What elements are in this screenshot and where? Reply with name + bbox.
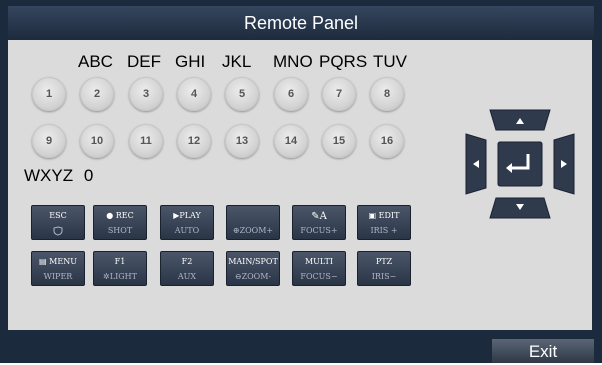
zoom-minus-text: ZOOM- — [241, 272, 272, 281]
key-5[interactable]: 5 — [225, 77, 259, 111]
key-16[interactable]: 16 — [370, 124, 404, 158]
key-4[interactable]: 4 — [177, 77, 211, 111]
play-label: ▶PLAY — [173, 211, 201, 220]
letters-jkl: JKL — [222, 52, 252, 71]
key-13[interactable]: 13 — [225, 124, 259, 158]
multi-label: MULTI — [304, 257, 334, 266]
auto-label: AUTO — [174, 226, 200, 235]
focus-plus-label: FOCUS+ — [300, 226, 338, 235]
f1-label: F1 — [114, 257, 126, 266]
key-1[interactable]: 1 — [32, 77, 66, 111]
letters-ghi: GHI — [175, 52, 206, 71]
edit-label: ▣ EDIT — [358, 211, 410, 220]
main-spot-button[interactable]: MAIN/SPOT ⊖ZOOM- — [226, 251, 280, 286]
zoom-out-icon: ⊖ — [234, 272, 242, 281]
esc-label: ESC — [49, 211, 67, 220]
direction-pad-graphic — [465, 109, 575, 219]
shield-icon — [32, 226, 84, 238]
main-spot-label: MAIN/SPOT — [228, 257, 278, 266]
letters-zero: 0 — [83, 166, 94, 185]
f1-button[interactable]: F1 ✲LIGHT — [93, 251, 147, 286]
exit-button[interactable]: Exit — [492, 339, 594, 363]
shot-label: SHOT — [107, 226, 133, 235]
f2-label: F2 — [181, 257, 193, 266]
key-14[interactable]: 14 — [274, 124, 308, 158]
aux-label: AUX — [177, 272, 197, 281]
menu-text: MENU — [49, 257, 77, 266]
letters-mno: MNO — [273, 52, 313, 71]
letters-tuv: TUV — [373, 52, 407, 71]
edit-button[interactable]: ▣ EDIT IRIS + — [357, 205, 411, 240]
menu-label: ▤ MENU — [32, 257, 84, 266]
enter-button[interactable] — [497, 141, 543, 187]
key-15[interactable]: 15 — [322, 124, 356, 158]
rec-button[interactable]: ● REC SHOT — [93, 205, 147, 240]
focus-plus-button[interactable]: ✎A FOCUS+ — [292, 205, 346, 240]
f2-button[interactable]: F2 AUX — [160, 251, 214, 286]
rec-label: ● REC — [106, 211, 134, 220]
multi-button[interactable]: MULTI FOCUS− — [292, 251, 346, 286]
light-text: LIGHT — [109, 272, 137, 281]
zoom-in-icon: ⊕ — [232, 226, 240, 235]
arrow-down-button[interactable] — [489, 197, 551, 219]
arrow-left-button[interactable] — [465, 133, 487, 195]
key-3[interactable]: 3 — [129, 77, 163, 111]
play-button[interactable]: ▶PLAY AUTO — [160, 205, 214, 240]
zoom-plus-label: ⊕ZOOM+ — [227, 226, 279, 235]
key-11[interactable]: 11 — [129, 124, 163, 158]
letters-wxyz: WXYZ — [24, 166, 74, 185]
key-8[interactable]: 8 — [370, 77, 404, 111]
light-label: ✲LIGHT — [94, 272, 146, 281]
ptz-label: PTZ — [375, 257, 393, 266]
letters-def: DEF — [127, 52, 161, 71]
letters-abc: ABC — [78, 52, 113, 71]
light-icon: ✲ — [103, 272, 110, 281]
key-12[interactable]: 12 — [177, 124, 211, 158]
esc-button[interactable]: ESC — [31, 205, 85, 240]
key-6[interactable]: 6 — [274, 77, 308, 111]
bottom-letter-labels: WXYZ 0 — [24, 166, 93, 186]
key-2[interactable]: 2 — [80, 77, 114, 111]
menu-button[interactable]: ▤ MENU WIPER — [31, 251, 85, 286]
zoom-plus-text: ZOOM+ — [239, 226, 274, 235]
menu-icon: ▤ — [39, 257, 50, 266]
wiper-label: WIPER — [43, 272, 73, 281]
zoom-plus-button[interactable]: ⊕ZOOM+ — [226, 205, 280, 240]
focus-minus-label: FOCUS− — [300, 272, 338, 281]
iris-plus-label: IRIS + — [370, 226, 398, 235]
edit-text: EDIT — [378, 211, 400, 220]
window-title: Remote Panel — [8, 6, 594, 40]
ptz-button[interactable]: PTZ IRIS− — [357, 251, 411, 286]
zoom-minus-label: ⊖ZOOM- — [227, 272, 279, 281]
key-10[interactable]: 10 — [80, 124, 114, 158]
arrow-up-button[interactable] — [489, 109, 551, 131]
arrow-right-button[interactable] — [553, 133, 575, 195]
direction-pad — [464, 108, 576, 220]
letters-pqrs: PQRS — [319, 52, 368, 71]
edit-icon: ▣ — [368, 211, 379, 220]
key-9[interactable]: 9 — [32, 124, 66, 158]
focus-icon: ✎A — [311, 211, 327, 222]
iris-minus-label: IRIS− — [371, 272, 397, 281]
key-7[interactable]: 7 — [322, 77, 356, 111]
